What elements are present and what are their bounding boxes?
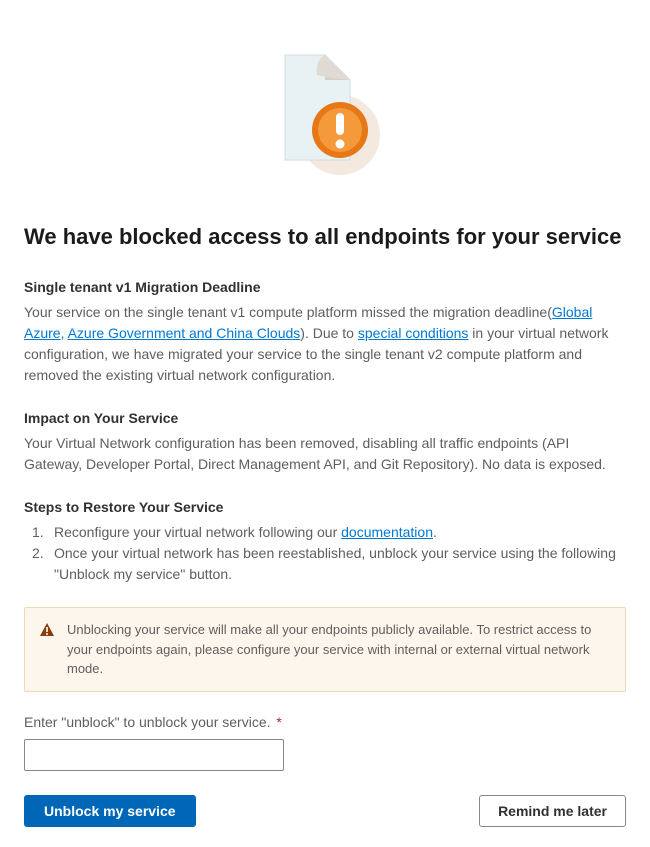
- input-label-text: Enter "unblock" to unblock your service.: [24, 714, 271, 730]
- warning-banner: Unblocking your service will make all yo…: [24, 607, 626, 692]
- warning-triangle-icon: [39, 622, 55, 638]
- section-migration-deadline: Single tenant v1 Migration Deadline Your…: [24, 277, 626, 386]
- section-impact: Impact on Your Service Your Virtual Netw…: [24, 408, 626, 475]
- link-special-conditions[interactable]: special conditions: [358, 325, 469, 341]
- step1-text-a: Reconfigure your virtual network followi…: [54, 524, 341, 540]
- migration-heading: Single tenant v1 Migration Deadline: [24, 277, 626, 298]
- unblock-input-label: Enter "unblock" to unblock your service.…: [24, 712, 626, 733]
- unblock-button[interactable]: Unblock my service: [24, 795, 196, 827]
- restore-step-2: 2. Once your virtual network has been re…: [32, 543, 626, 585]
- restore-heading: Steps to Restore Your Service: [24, 497, 626, 518]
- impact-body: Your Virtual Network configuration has b…: [24, 433, 626, 475]
- migration-text-3: ). Due to: [300, 325, 358, 341]
- page-title: We have blocked access to all endpoints …: [24, 220, 626, 253]
- link-gov-china-clouds[interactable]: Azure Government and China Clouds: [68, 325, 301, 341]
- step2-text: Once your virtual network has been reest…: [54, 543, 626, 585]
- migration-text-1: Your service on the single tenant v1 com…: [24, 304, 552, 320]
- required-indicator: *: [276, 714, 281, 730]
- section-restore-steps: Steps to Restore Your Service 1. Reconfi…: [24, 497, 626, 585]
- action-button-row: Unblock my service Remind me later: [24, 795, 626, 827]
- blocked-document-icon: [255, 30, 395, 190]
- step-number-2: 2.: [32, 543, 50, 564]
- header-illustration: [24, 30, 626, 190]
- migration-body: Your service on the single tenant v1 com…: [24, 302, 626, 386]
- unblock-input[interactable]: [24, 739, 284, 771]
- migration-text-2: ,: [61, 325, 68, 341]
- restore-step-1: 1. Reconfigure your virtual network foll…: [32, 522, 626, 543]
- step-number-1: 1.: [32, 522, 50, 543]
- impact-heading: Impact on Your Service: [24, 408, 626, 429]
- link-documentation[interactable]: documentation: [341, 524, 433, 540]
- remind-later-button[interactable]: Remind me later: [479, 795, 626, 827]
- step1-text-b: .: [433, 524, 437, 540]
- warning-text: Unblocking your service will make all yo…: [67, 620, 611, 679]
